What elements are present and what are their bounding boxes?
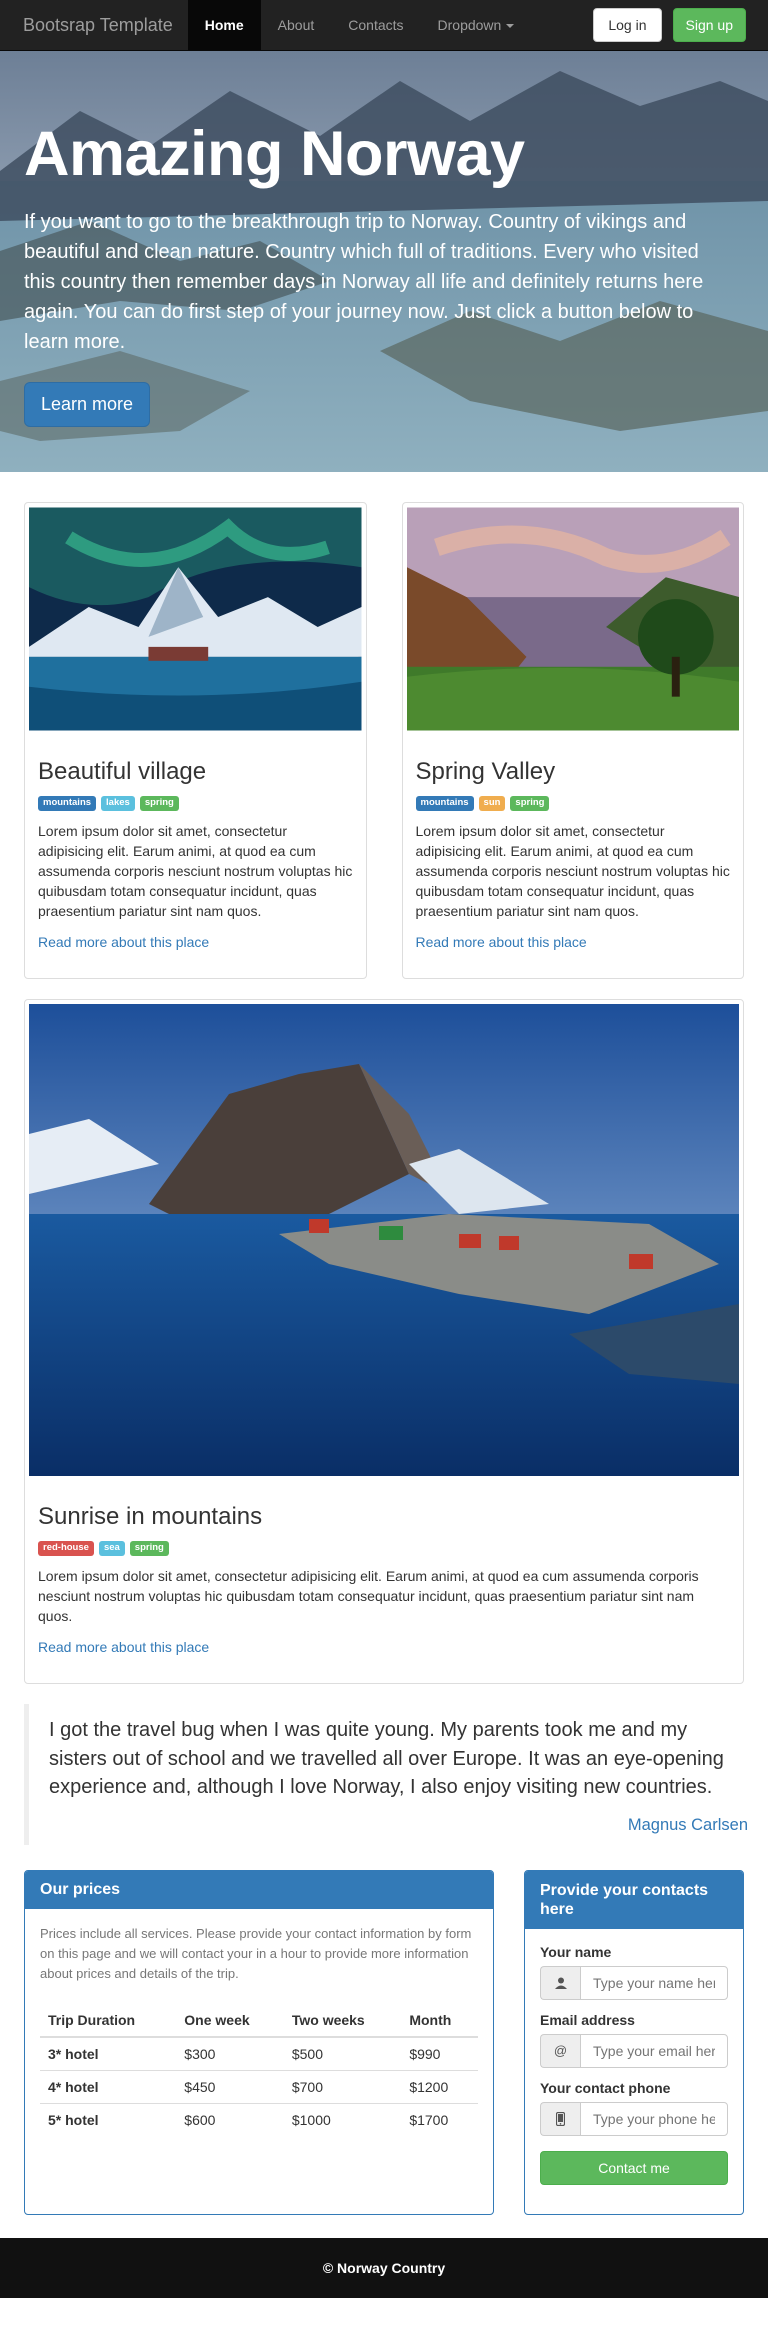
place-card: Spring Valley mountains sun spring Lorem… [401, 502, 744, 979]
brand-logo[interactable]: Bootsrap Template [0, 0, 188, 51]
table-cell: $700 [283, 2069, 402, 2103]
table-row: 4* hotel $450 $700 $1200 [40, 2069, 478, 2103]
prices-body: Prices include all services. Please prov… [25, 1909, 493, 2151]
hero-content: Amazing Norway If you want to go to the … [24, 119, 724, 428]
place-title: Sunrise in mountains [38, 1503, 263, 1530]
place-caption: Sunrise in mountains red-house sea sprin… [29, 1476, 739, 1655]
place-caption: Spring Valley mountains sun spring Lorem… [407, 731, 740, 950]
quote-text: I got the travel bug when I was quite yo… [49, 1719, 724, 1798]
email-input[interactable] [580, 2033, 728, 2068]
sunrise-image [29, 1004, 739, 1476]
valley-image [406, 507, 739, 731]
table-cell: $1000 [283, 2102, 402, 2136]
tag-list: mountains lakes spring [38, 796, 353, 811]
prices-heading: Our prices [25, 1870, 493, 1909]
phone-group: Your contact phone [540, 2080, 728, 2136]
testimonial-quote: I got the travel bug when I was quite yo… [24, 1704, 748, 1845]
learn-more-button[interactable]: Learn more [24, 382, 151, 428]
user-icon [540, 1965, 580, 2000]
column-header: Month [401, 2003, 478, 2038]
read-more-link[interactable]: Read more about this place [416, 934, 587, 950]
table-row: 3* hotel $300 $500 $990 [40, 2036, 478, 2070]
email-input-group: @ [540, 2033, 728, 2068]
tag-list: red-house sea spring [38, 1541, 730, 1556]
column-header: One week [176, 2003, 284, 2038]
hero-text: If you want to go to the breakthrough tr… [24, 211, 704, 354]
hero: Amazing Norway If you want to go to the … [0, 51, 768, 472]
auth-buttons: Log in Sign up [593, 8, 760, 42]
nav-about[interactable]: About [261, 0, 332, 51]
village-image [29, 507, 362, 731]
contact-heading: Provide your contacts here [525, 1870, 743, 1929]
bottom-panels: Our prices Prices include all services. … [0, 1869, 768, 2215]
table-cell: 4* hotel [40, 2069, 177, 2103]
hero-title: Amazing Norway [24, 119, 525, 189]
footer-copyright: © Norway Country [322, 2259, 446, 2276]
place-description: Lorem ipsum dolor sit amet, consectetur … [415, 822, 730, 919]
prices-panel: Our prices Prices include all services. … [24, 1869, 494, 2215]
table-cell: $990 [401, 2036, 478, 2070]
place-card: Sunrise in mountains red-house sea sprin… [24, 999, 744, 1684]
table-header-row: Trip Duration One week Two weeks Month [40, 2003, 478, 2038]
prices-intro: Prices include all services. Please prov… [40, 1925, 472, 1981]
tag-badge: red-house [38, 1541, 94, 1556]
tag-badge: spring [139, 796, 179, 811]
table-cell: $1200 [401, 2069, 478, 2103]
read-more-link[interactable]: Read more about this place [38, 1639, 209, 1655]
table-cell: $500 [283, 2036, 402, 2070]
main-nav: Home About Contacts Dropdown [187, 0, 532, 51]
contact-panel: Provide your contacts here Your name Ema… [524, 1869, 744, 2215]
table-cell: 5* hotel [40, 2102, 177, 2136]
places-row: Beautiful village mountains lakes spring… [24, 502, 744, 979]
name-label: Your name [540, 1943, 612, 1960]
tag-badge: lakes [101, 796, 135, 811]
name-input[interactable] [580, 1965, 728, 2000]
contact-form: Your name Email address @ Your contact p… [525, 1929, 743, 2200]
nav-dropdown[interactable]: Dropdown [421, 0, 532, 51]
tag-badge: mountains [38, 796, 97, 811]
chevron-down-icon [506, 23, 515, 28]
tag-badge: spring [129, 1541, 169, 1556]
column-header: Trip Duration [40, 2003, 177, 2038]
table-cell: $600 [176, 2102, 284, 2136]
login-button[interactable]: Log in [593, 8, 662, 42]
tag-list: mountains sun spring [415, 796, 731, 811]
place-title: Spring Valley [415, 758, 556, 785]
nav-dropdown-label: Dropdown [437, 16, 502, 33]
phone-label: Your contact phone [540, 2079, 671, 2096]
email-group: Email address @ [540, 2012, 728, 2068]
table-row: 5* hotel $600 $1000 $1700 [40, 2102, 478, 2136]
phone-input[interactable] [580, 2101, 728, 2136]
prices-table: Trip Duration One week Two weeks Month 3… [40, 2003, 478, 2136]
table-cell: $300 [176, 2036, 284, 2070]
table-cell: $1700 [401, 2102, 478, 2136]
table-cell: $450 [176, 2069, 284, 2103]
contact-me-button[interactable]: Contact me [540, 2150, 728, 2185]
table-cell: 3* hotel [40, 2036, 177, 2070]
nav-home[interactable]: Home [187, 0, 261, 51]
read-more-link[interactable]: Read more about this place [38, 934, 209, 950]
place-description: Lorem ipsum dolor sit amet, consectetur … [38, 822, 353, 919]
tag-badge: sun [478, 796, 506, 811]
tag-badge: sea [98, 1541, 125, 1556]
column-header: Two weeks [283, 2003, 402, 2038]
email-label: Email address [540, 2011, 635, 2028]
phone-input-group [540, 2101, 728, 2136]
name-input-group [540, 1965, 728, 2000]
signup-button[interactable]: Sign up [672, 8, 746, 42]
footer: © Norway Country [0, 2237, 768, 2298]
nav-contacts[interactable]: Contacts [331, 0, 420, 51]
place-card: Beautiful village mountains lakes spring… [24, 502, 367, 979]
name-group: Your name [540, 1944, 728, 2000]
tag-badge: spring [510, 796, 550, 811]
place-description: Lorem ipsum dolor sit amet, consectetur … [38, 1567, 699, 1624]
at-icon: @ [540, 2033, 580, 2068]
places-container: Beautiful village mountains lakes spring… [0, 502, 768, 1684]
place-title: Beautiful village [38, 758, 207, 785]
tag-badge: mountains [415, 796, 474, 811]
place-caption: Beautiful village mountains lakes spring… [29, 731, 362, 950]
quote-author: Magnus Carlsen [627, 1815, 748, 1834]
navbar: Bootsrap Template Home About Contacts Dr… [0, 0, 768, 51]
phone-icon [540, 2101, 580, 2136]
